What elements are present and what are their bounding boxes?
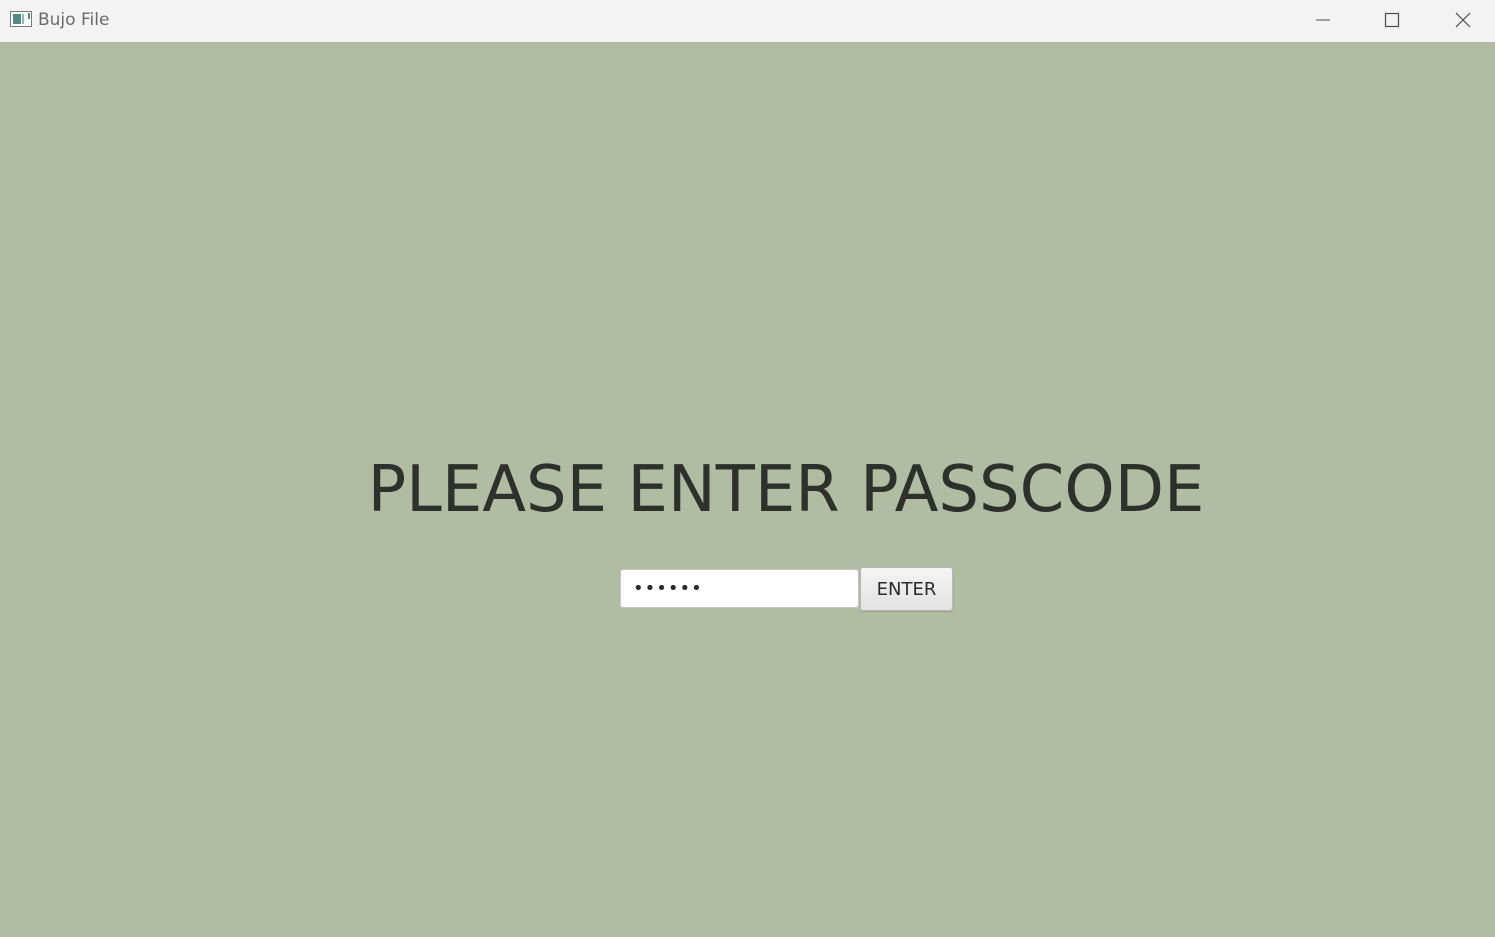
enter-button[interactable]: ENTER [860,567,953,611]
close-icon [1455,12,1471,28]
close-button[interactable] [1428,0,1495,40]
minimize-icon [1316,19,1330,21]
window-title: Bujo File [38,10,110,30]
app-window: Bujo File PLEASE ENTER PASSCODE ENTER [0,0,1495,937]
title-bar[interactable]: Bujo File [0,0,1495,42]
passcode-input[interactable] [620,569,859,608]
minimize-button[interactable] [1288,0,1358,40]
maximize-button[interactable] [1357,0,1427,40]
maximize-icon [1384,12,1400,28]
passcode-panel: PLEASE ENTER PASSCODE ENTER [0,42,1495,937]
app-window-icon [10,11,32,27]
passcode-prompt: PLEASE ENTER PASSCODE [367,453,1205,527]
